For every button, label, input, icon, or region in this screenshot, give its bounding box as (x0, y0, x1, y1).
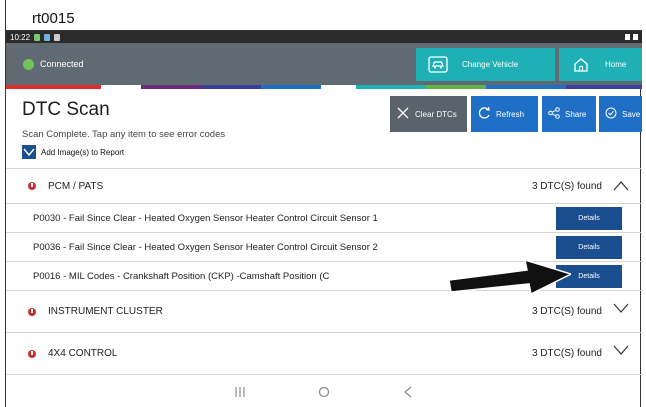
dtc-count: 3 DTC(S) found (531, 180, 602, 192)
home-nav-icon[interactable] (317, 385, 331, 399)
save-button[interactable]: Save (599, 96, 642, 132)
connection-label: Connected (40, 59, 84, 69)
car-icon (428, 56, 448, 73)
annotation-arrow-icon (449, 258, 571, 296)
app-frame: rt0015 10:22 Connected Change Vehicle Ho… (5, 0, 642, 407)
app-header: Connected Change Vehicle Home (6, 43, 642, 85)
share-icon (548, 107, 560, 121)
chevron-up-icon[interactable] (612, 179, 630, 193)
refresh-icon (477, 106, 491, 122)
share-button[interactable]: Share (542, 96, 596, 132)
clear-dtcs-button[interactable]: Clear DTCs (390, 96, 467, 132)
change-vehicle-label: Change Vehicle (462, 60, 519, 69)
home-label: Home (605, 60, 627, 69)
details-button[interactable]: Details (556, 207, 622, 230)
recent-apps-icon[interactable] (233, 385, 247, 399)
home-button[interactable]: Home (559, 48, 642, 81)
connection-status: Connected (6, 58, 84, 70)
dtc-text: P0036 - Fail Since Clear - Heated Oxygen… (33, 241, 378, 253)
refresh-button[interactable]: Refresh (471, 96, 538, 132)
add-images-label: Add Image(s) to Report (41, 147, 125, 157)
warning-icon (28, 349, 36, 358)
caption-bar: rt0015 (6, 0, 642, 31)
home-icon (571, 56, 591, 73)
device-status-bar: 10:22 (6, 31, 642, 43)
image-caption: rt0015 (32, 10, 75, 27)
chevron-down-icon[interactable] (612, 343, 630, 357)
wifi-icon (633, 34, 638, 40)
checkbox-icon[interactable] (22, 145, 36, 159)
change-vehicle-button[interactable]: Change Vehicle (416, 48, 555, 81)
group-name: PCM / PATS (48, 180, 104, 192)
clear-dtcs-label: Clear DTCs (415, 109, 457, 119)
save-label: Save (622, 109, 641, 119)
check-circle-icon (605, 107, 617, 121)
warning-icon (28, 182, 36, 190)
refresh-label: Refresh (496, 109, 525, 119)
dtc-text: P0016 - MIL Codes - Crankshaft Position … (33, 270, 330, 282)
share-label: Share (565, 109, 587, 119)
dtc-row[interactable]: P0030 - Fail Since Clear - Heated Oxygen… (6, 204, 642, 233)
group-name: 4X4 CONTROL (48, 348, 118, 359)
download-icon (54, 33, 61, 41)
page-title: DTC Scan (22, 99, 110, 120)
back-icon[interactable] (401, 385, 415, 399)
notification-icon (44, 33, 51, 41)
dtc-count: 3 DTC(S) found (531, 348, 602, 359)
dtc-count: 3 DTC(S) found (531, 306, 602, 317)
close-icon (396, 106, 410, 122)
connected-indicator-icon (23, 58, 34, 70)
add-images-toggle[interactable]: Add Image(s) to Report (22, 145, 124, 159)
group-name: INSTRUMENT CLUSTER (48, 306, 163, 317)
group-header-pcm[interactable]: PCM / PATS 3 DTC(S) found (6, 169, 642, 204)
signal-icon (625, 34, 630, 40)
brand-stripe (6, 85, 642, 89)
app-notification-icon (34, 33, 41, 41)
chevron-down-icon[interactable] (612, 301, 630, 315)
group-header-4x4-control[interactable]: 4X4 CONTROL 3 DTC(S) found (6, 333, 642, 375)
android-nav-bar (6, 377, 642, 407)
group-header-instrument-cluster[interactable]: INSTRUMENT CLUSTER 3 DTC(S) found (6, 291, 642, 333)
page-subtitle: Scan Complete. Tap any item to see error… (22, 129, 226, 140)
warning-icon (28, 307, 36, 316)
clock: 10:22 (10, 32, 31, 42)
dtc-text: P0030 - Fail Since Clear - Heated Oxygen… (33, 212, 378, 224)
